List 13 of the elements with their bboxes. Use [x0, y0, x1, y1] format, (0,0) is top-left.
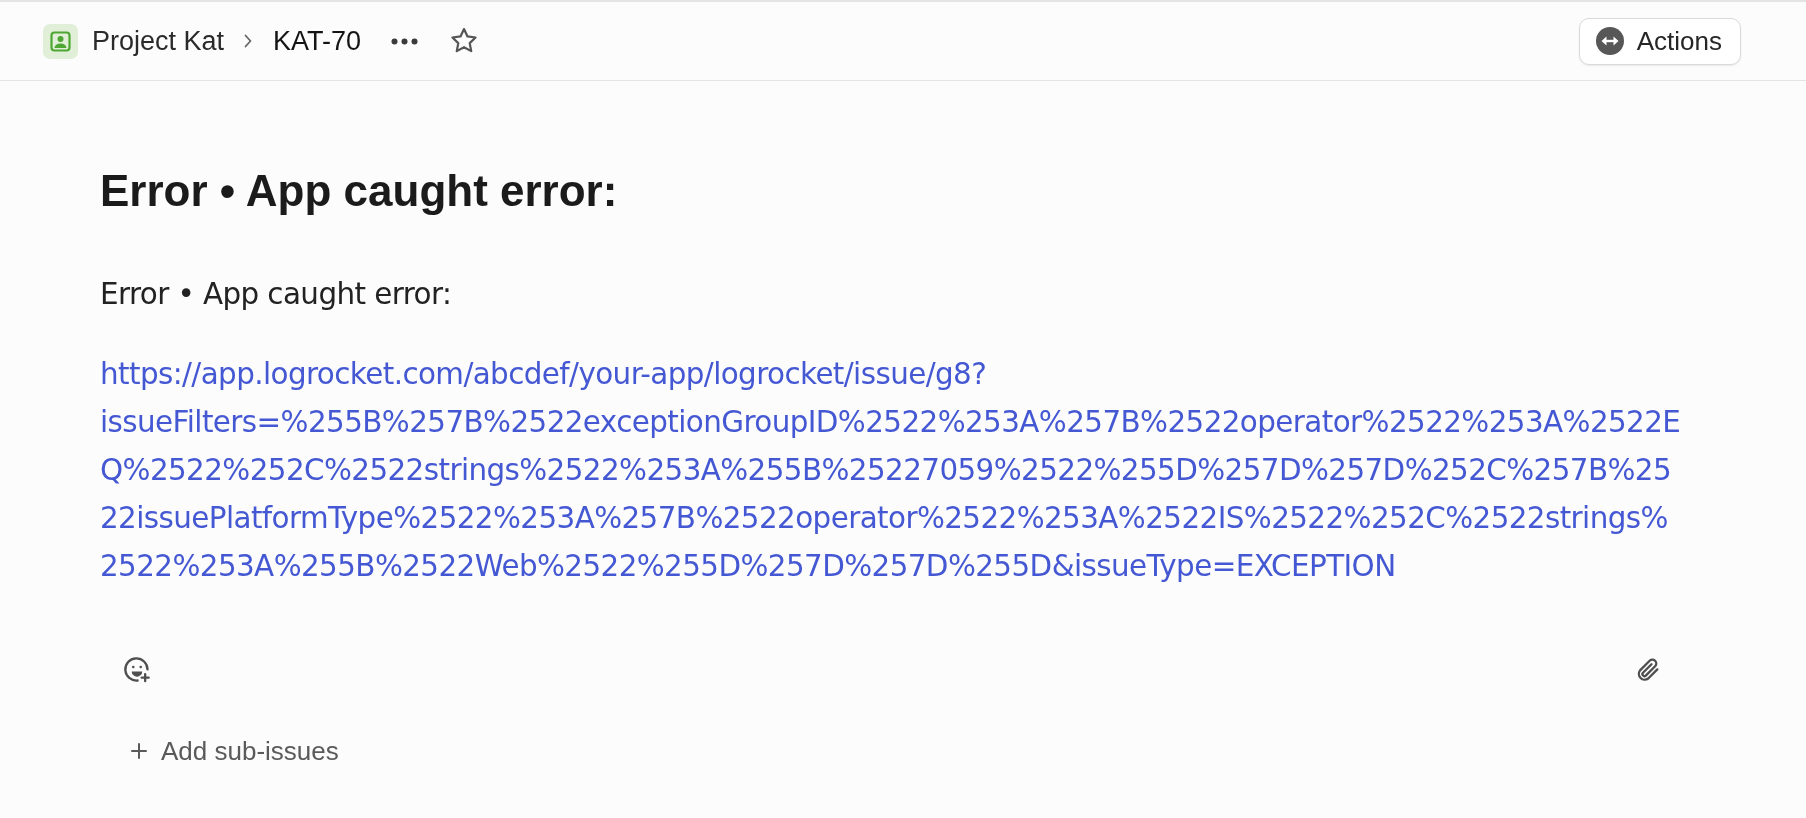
star-icon[interactable] [450, 27, 479, 55]
actions-button[interactable]: Actions [1578, 17, 1741, 65]
plus-icon [131, 743, 147, 759]
issue-title: Error • App caught error: [100, 165, 619, 217]
breadcrumb-item[interactable]: KAT-70 [273, 20, 362, 62]
emoji-add-icon [123, 656, 151, 684]
description-text: Error • App caught error: [100, 276, 453, 313]
issue-link[interactable]: https://app.logrocket.com/abcdef/your-app/logrocket/issue/g8?issueFilters=%255B%257B%2522exceptionGroupID%2522%253A%257B%2522operator%2522%253A%2522EQ%2522%252C%2522strings%2522%253A%255B%25227059%2522%255D%257D%257D%252C%257B%2522issuePlatformType%2522%253A%257B%2522operator%2522%253A%2522IS%2522%252C%2522strings%2522%253A%255B%2522Web%2522%255D%257D%257D%255D&issueType=EXCEPTION [100, 350, 1683, 590]
chevron-right-icon [244, 34, 253, 48]
more-icon [391, 37, 419, 45]
add-sub-issues-button[interactable]: Add sub-issues [131, 735, 339, 767]
breadcrumb-link[interactable]: Project Kat [43, 20, 225, 62]
contact-card-icon [43, 23, 78, 59]
